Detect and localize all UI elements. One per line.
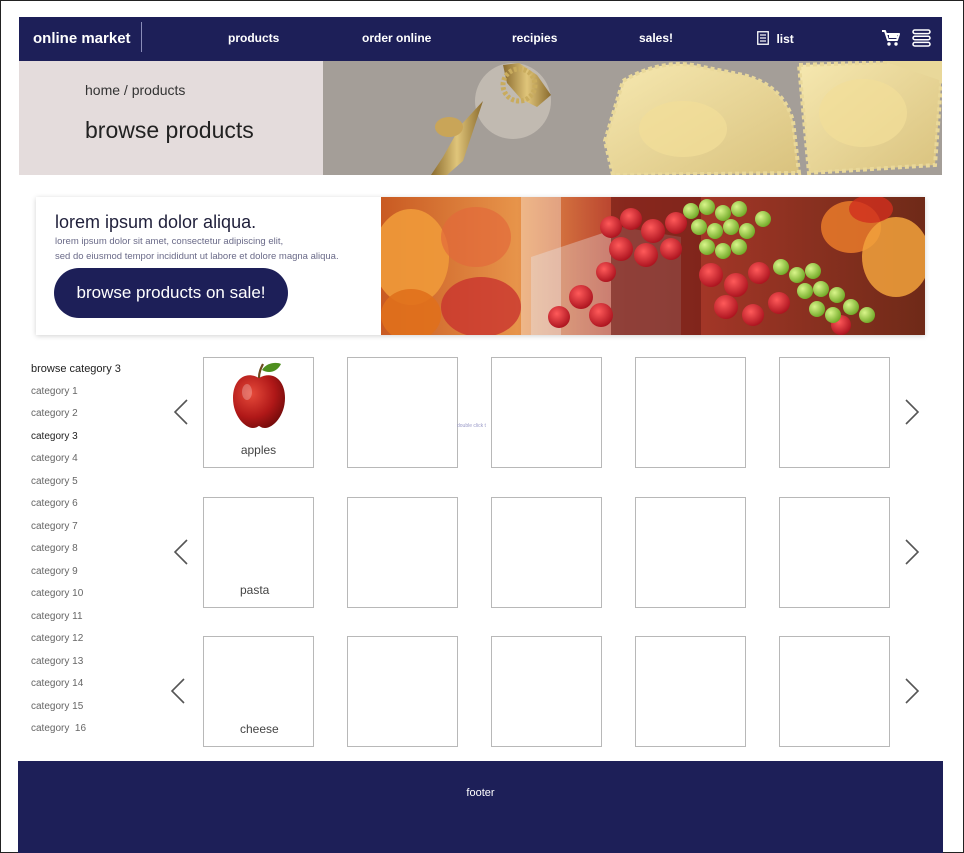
product-tile[interactable]: [635, 357, 746, 468]
sidebar-heading: browse category 3: [31, 363, 121, 375]
nav-link-sales[interactable]: sales!: [639, 31, 673, 45]
promo-image: [381, 197, 925, 335]
sidebar-category-2[interactable]: category 2: [31, 408, 78, 419]
brand-logo[interactable]: online market: [33, 30, 131, 47]
product-tile-label-cheese: cheese: [240, 722, 279, 736]
row-2-next-arrow-icon[interactable]: [903, 538, 921, 566]
promo-title: lorem ipsum dolor aliqua.: [55, 212, 257, 232]
product-tile-pasta[interactable]: pasta: [203, 497, 314, 608]
sidebar-category-1[interactable]: category 1: [31, 386, 78, 397]
sidebar-category-13[interactable]: category 13: [31, 656, 83, 667]
breadcrumb-current: products: [131, 82, 186, 98]
list-icon: [757, 31, 769, 45]
row-1-prev-arrow-icon[interactable]: [172, 398, 190, 426]
breadcrumb-home[interactable]: home: [85, 82, 120, 98]
nav-link-order-online[interactable]: order online: [362, 31, 431, 45]
product-tile[interactable]: [491, 357, 602, 468]
sidebar-category-6[interactable]: category 6: [31, 498, 78, 509]
sidebar-category-5[interactable]: category 5: [31, 476, 78, 487]
browse-sale-button[interactable]: browse products on sale!: [54, 268, 288, 318]
apple-icon: [233, 362, 285, 428]
row-3-next-arrow-icon[interactable]: [903, 677, 921, 705]
fruit-market-photo: [381, 197, 925, 335]
product-tile[interactable]: [779, 357, 890, 468]
hero-image: [323, 61, 942, 175]
sidebar-category-14[interactable]: category 14: [31, 678, 83, 689]
top-navbar: online market products order online reci…: [19, 17, 942, 61]
page-title: browse products: [85, 117, 254, 143]
nav-link-list: list: [776, 32, 794, 46]
sidebar-category-7[interactable]: category 7: [31, 521, 78, 532]
row-2-prev-arrow-icon[interactable]: [172, 538, 190, 566]
product-tile[interactable]: [635, 497, 746, 608]
row-3-prev-arrow-icon[interactable]: [169, 677, 187, 705]
promo-description: lorem ipsum dolor sit amet, consectetur …: [55, 234, 339, 264]
product-tile-label-apples: apples: [240, 443, 277, 457]
sidebar-category-3[interactable]: category 3: [31, 431, 78, 442]
row-1-next-arrow-icon[interactable]: [903, 398, 921, 426]
sidebar-category-16[interactable]: category 16: [31, 723, 86, 734]
product-tile[interactable]: [347, 497, 458, 608]
product-tile[interactable]: [347, 357, 458, 468]
breadcrumb: home / products: [85, 82, 185, 98]
product-tile[interactable]: [347, 636, 458, 747]
promo-description-line-2: sed do eiusmod tempor incididunt ut labo…: [55, 251, 339, 262]
footer: footer: [18, 761, 943, 853]
footer-text: footer: [466, 787, 495, 799]
product-tile[interactable]: [491, 497, 602, 608]
product-tile-cheese[interactable]: cheese: [203, 636, 314, 747]
breadcrumb-separator: /: [120, 82, 132, 98]
nav-link-products[interactable]: products: [228, 31, 279, 45]
sidebar-category-4[interactable]: category 4: [31, 453, 78, 464]
sidebar-category-10[interactable]: category 10: [31, 588, 83, 599]
menu-icon[interactable]: [912, 29, 931, 47]
nav-link-recipies[interactable]: recipies: [512, 31, 557, 45]
product-tile[interactable]: [779, 497, 890, 608]
product-tile-label-pasta: pasta: [240, 583, 270, 597]
sidebar-category-12[interactable]: category 12: [31, 633, 83, 644]
promo-banner: lorem ipsum dolor aliqua. lorem ipsum do…: [36, 197, 925, 335]
product-tile[interactable]: [491, 636, 602, 747]
hero-header: home / products browse products: [19, 61, 323, 175]
nav-list-link[interactable]: list: [757, 30, 794, 48]
sidebar-category-15[interactable]: category 15: [31, 701, 83, 712]
sidebar-category-8[interactable]: category 8: [31, 543, 78, 554]
sidebar-category-9[interactable]: category 9: [31, 566, 78, 577]
ravioli-photo: [323, 61, 942, 175]
product-tile[interactable]: [635, 636, 746, 747]
nav-divider: [141, 22, 142, 52]
sidebar-category-11[interactable]: category 11: [31, 611, 83, 622]
promo-description-line-1: lorem ipsum dolor sit amet, consectetur …: [55, 236, 284, 247]
product-tile[interactable]: [779, 636, 890, 747]
double-click-hint: double click t: [457, 423, 486, 429]
cart-icon[interactable]: [881, 29, 901, 47]
product-tile-apples[interactable]: apples: [203, 357, 314, 468]
